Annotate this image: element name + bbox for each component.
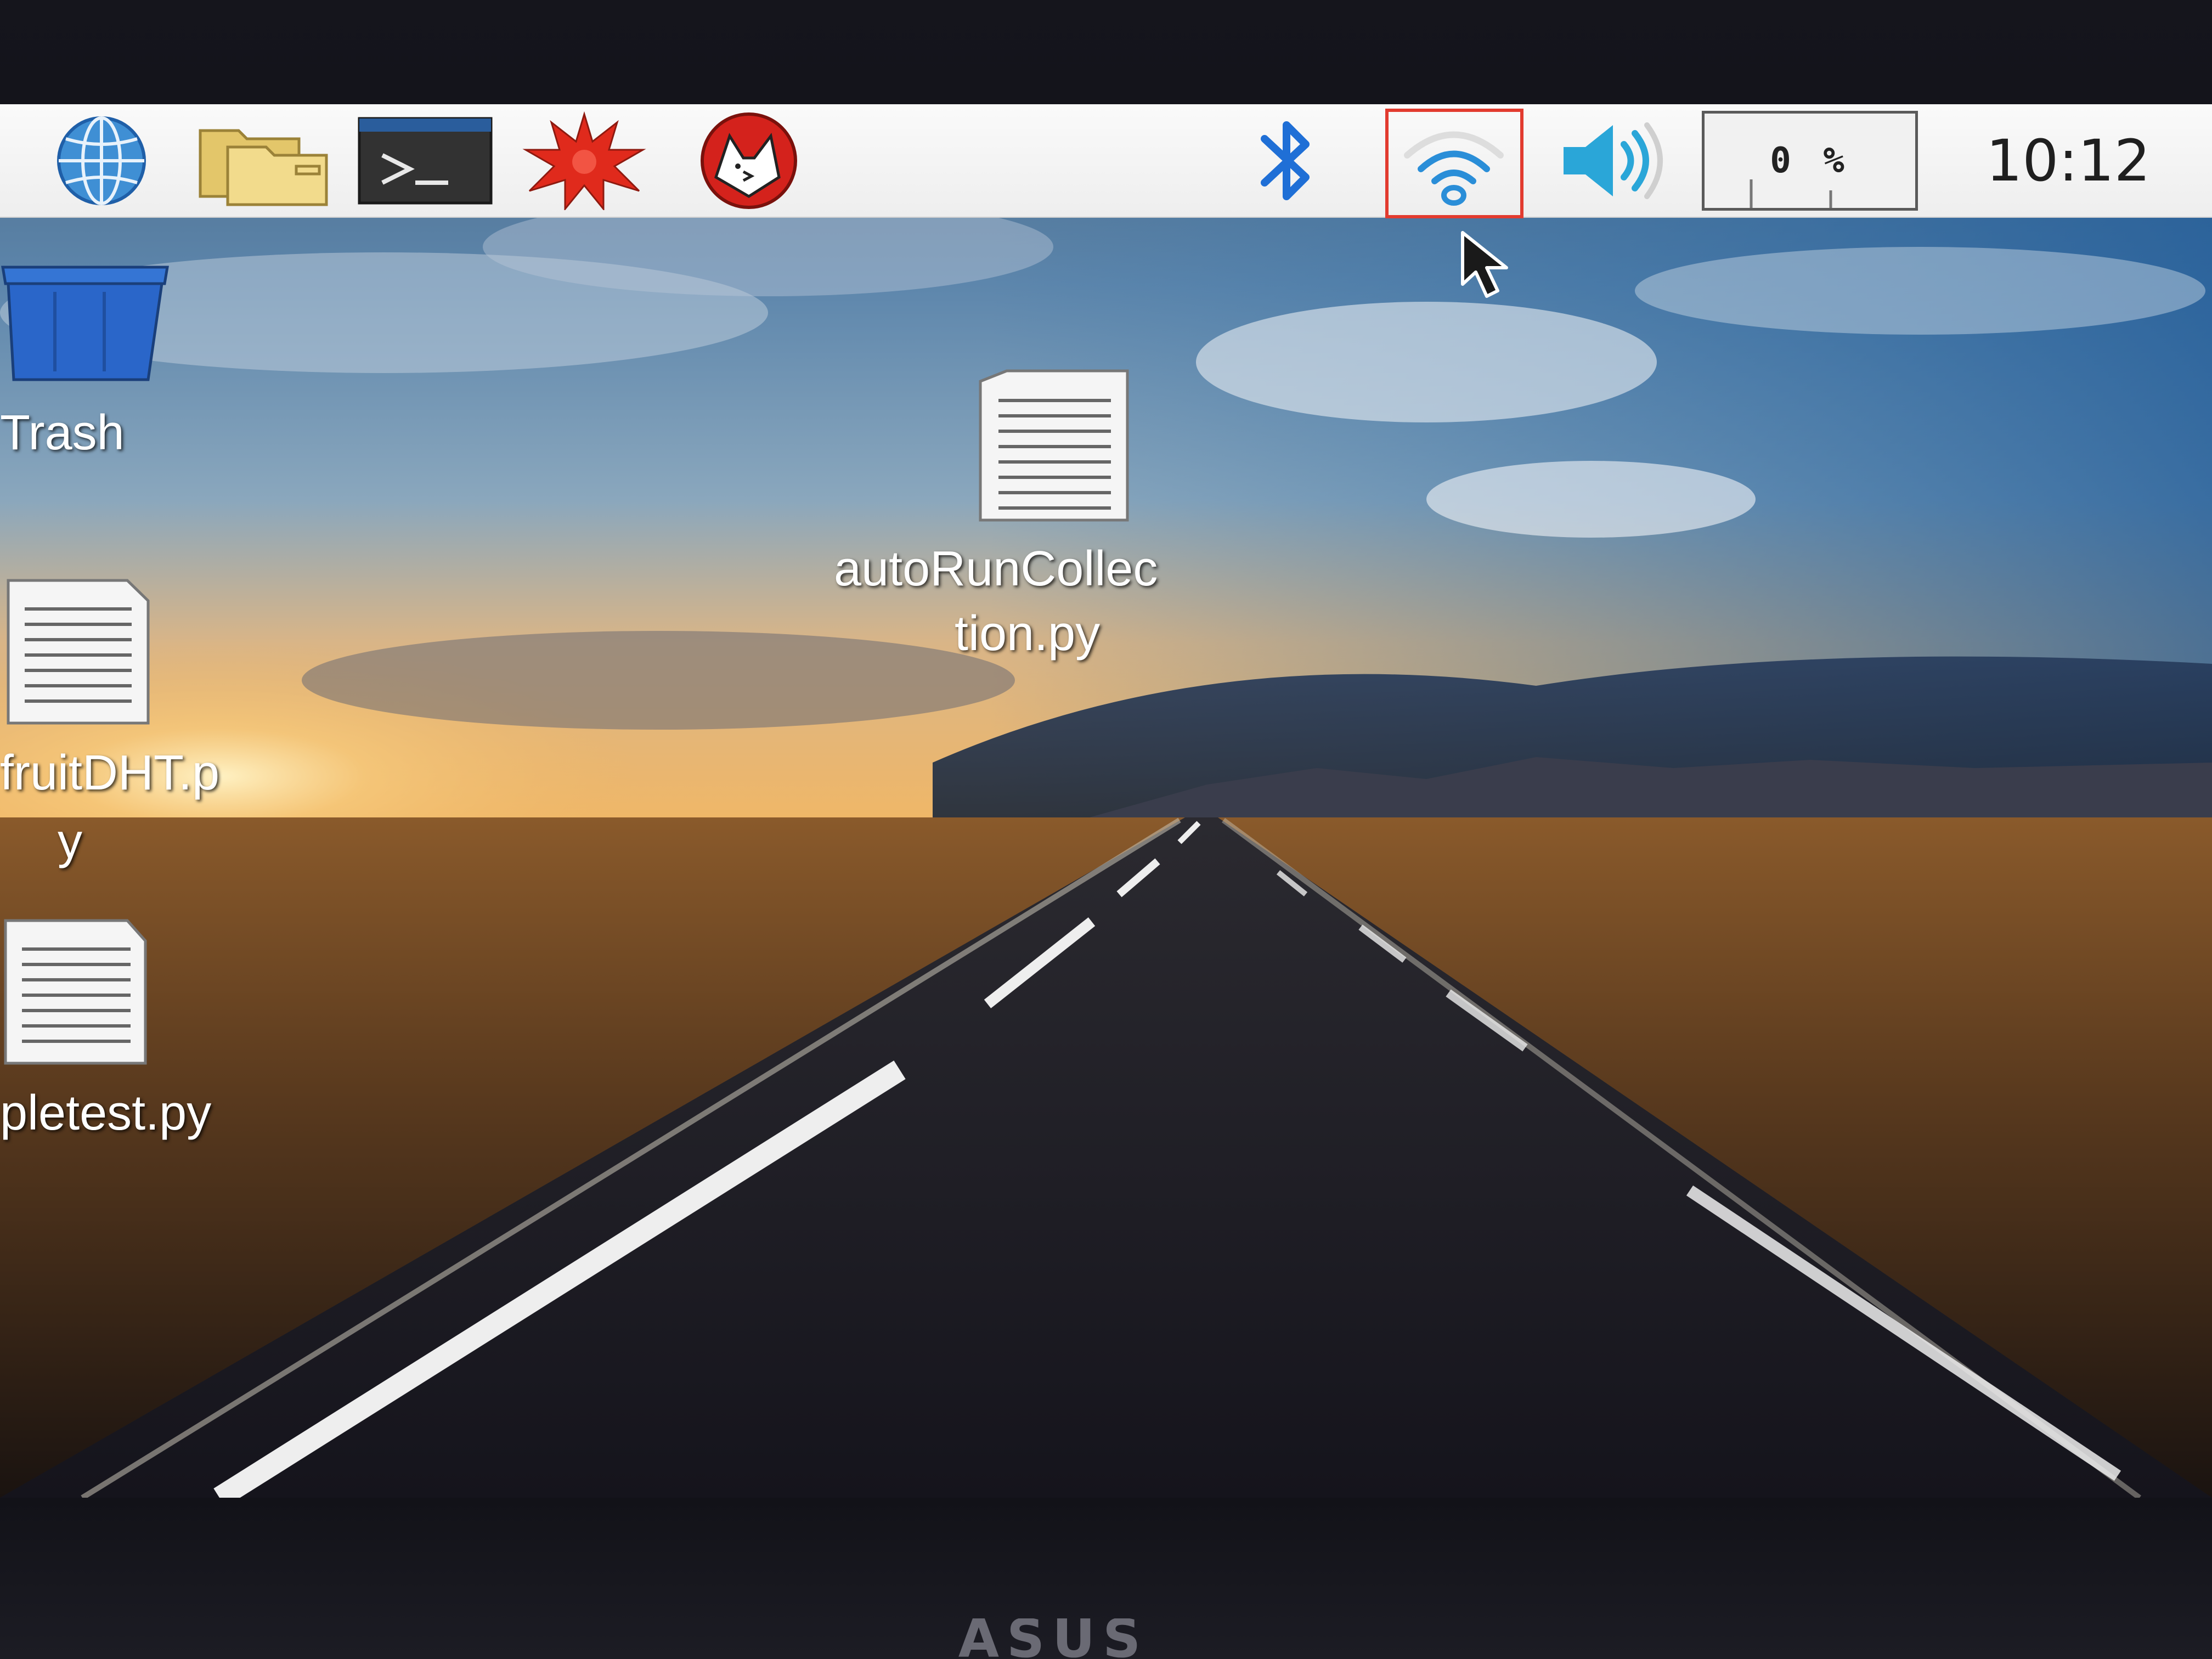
volume-icon <box>1564 122 1663 199</box>
trash-icon <box>1 266 169 381</box>
monitor-brand-logo: ASUS <box>958 1618 1149 1659</box>
wolf-icon <box>701 112 797 209</box>
desktop-icon-autorun-label-line2: tion.py <box>955 606 1101 661</box>
desktop-icon-simpletest-label: pletest.py <box>0 1086 212 1141</box>
file-manager-button[interactable] <box>192 110 335 211</box>
desktop-icon-file-simpletest[interactable] <box>0 916 159 1070</box>
desktop-wallpaper[interactable] <box>0 104 2212 1498</box>
desktop-icon-fruitdht-label-line2: y <box>58 814 82 869</box>
desktop-icon-fruitdht-label-line1: fruitDHT.p <box>0 746 220 800</box>
mouse-cursor-icon <box>1461 231 1508 298</box>
text-file-icon <box>4 919 147 1065</box>
desktop-icon-trash-label: Trash <box>0 405 125 460</box>
text-file-icon <box>7 579 150 725</box>
text-file-icon <box>979 369 1129 522</box>
bluetooth-button[interactable] <box>1234 110 1339 211</box>
mathematica-button[interactable] <box>521 110 647 211</box>
screen: 0 % 10:12 Trash fruitDHT.p y pletest.py … <box>0 104 2212 1498</box>
desktop-icon-file-fruitdht[interactable] <box>0 576 159 730</box>
cpu-usage-monitor[interactable]: 0 % <box>1702 111 1918 211</box>
desktop-icon-trash[interactable] <box>0 259 176 413</box>
volume-button[interactable] <box>1547 110 1679 211</box>
desktop-icon-autorun-label-line1: autoRunCollec <box>834 541 1158 596</box>
clock[interactable]: 10:12 <box>1953 104 2183 217</box>
bluetooth-icon <box>1261 121 1310 200</box>
web-browser-button[interactable] <box>38 110 165 211</box>
desktop-icon-file-autorun[interactable] <box>974 368 1138 527</box>
red-burst-icon <box>522 111 646 210</box>
globe-icon <box>57 116 146 205</box>
taskbar: 0 % 10:12 <box>0 104 2212 218</box>
monitor: 0 % 10:12 Trash fruitDHT.p y pletest.py … <box>0 0 2212 1659</box>
terminal-icon <box>358 117 493 204</box>
wolfram-button[interactable] <box>683 110 815 211</box>
folder-icon <box>199 129 328 206</box>
wifi-highlight-box <box>1385 109 1523 218</box>
terminal-button[interactable] <box>357 110 494 211</box>
cpu-usage-text: 0 % <box>1770 140 1850 181</box>
